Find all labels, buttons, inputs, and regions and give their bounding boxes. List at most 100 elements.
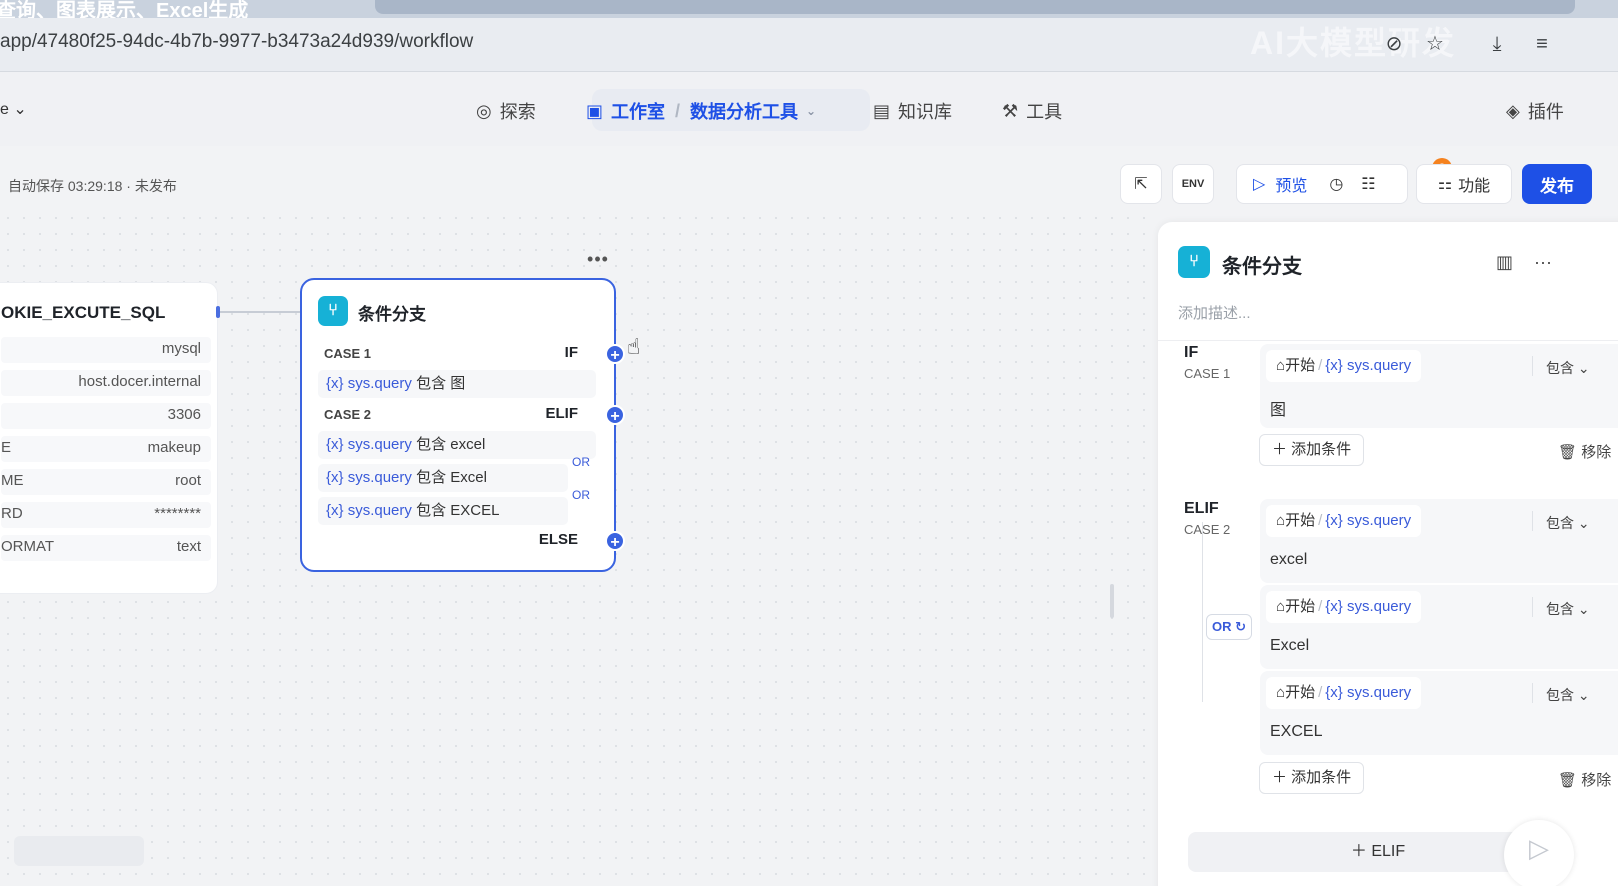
nav-separator: / [675,100,681,121]
address-bar: app/47480f25-94dc-4b7b-9977-b3473a24d939… [0,18,1618,72]
nav-plugins[interactable]: ◈ 插件 [1506,98,1564,124]
sql-node-title: OKIE_EXCUTE_SQL [1,303,166,322]
chevron-down-icon: ⌄ [1577,360,1590,376]
condition-value: Excel [450,469,487,486]
env-button[interactable]: ENV [1172,164,1214,204]
operator-select[interactable]: 包含 ⌄ [1546,599,1590,619]
node-title: 条件分支 [358,305,426,324]
eye-off-icon[interactable]: ⊘ [1382,32,1406,56]
close-panel-button[interactable]: ⇱ [1120,164,1162,204]
app-name[interactable]: 数据分析工具 [690,98,798,124]
chevron-down-icon[interactable]: ⌄ [806,104,816,118]
nav-explore[interactable]: ◎ 探索 [476,98,536,124]
variable-icon: {x} [1325,684,1343,701]
variable-icon: {x} [326,375,344,392]
if-else-node[interactable]: ⑂ 条件分支 CASE 1 IF {x} sys.query 包含 图 CASE… [300,278,625,572]
nav-tools-label: 工具 [1026,102,1063,122]
run-icon[interactable]: ▷ [1504,820,1574,886]
variable-chip[interactable]: ⌂开始 / {x} sys.query [1266,505,1422,537]
cube-icon: ◈ [1506,100,1520,121]
condition-value-input[interactable]: excel [1270,551,1307,569]
publish-button[interactable]: 发布 [1522,164,1592,204]
browser-tab-strip [375,0,1575,14]
features-icon: ⚏ [1437,176,1453,193]
panel-resize-handle[interactable] [1110,584,1114,618]
chevron-down-icon: ⌄ [1577,687,1590,703]
description-input[interactable]: 添加描述... [1178,302,1251,323]
add-condition-button[interactable]: ＋ 添加条件 [1259,762,1365,794]
download-icon[interactable]: ⤓ [1485,32,1509,56]
divider [1532,356,1533,376]
checklist-icon[interactable]: ☷ [1361,174,1375,194]
variable-icon: {x} [1325,357,1343,374]
more-icon[interactable]: ··· [1534,252,1552,273]
condition-op: 包含 [416,469,447,486]
path-separator: / [1318,598,1323,615]
or-toggle-button[interactable]: OR ↻ [1206,614,1252,640]
elif-port-plus-icon[interactable]: + [605,405,625,425]
chevron-down-icon: ⌄ [1577,601,1590,617]
operator-select[interactable]: 包含 ⌄ [1546,513,1590,533]
minimap[interactable] [14,836,144,866]
nav-tools[interactable]: ⚒ 工具 [1002,98,1062,124]
condition-value-input[interactable]: Excel [1270,637,1309,655]
nav-studio-label: 工作室 [611,102,666,122]
variable-chip[interactable]: ⌂开始 / {x} sys.query [1266,677,1422,709]
sql-param-row: ORMAT text [1,535,211,561]
node-config-panel: ⑂ 条件分支 ▥ ··· 添加描述... IF CASE 1 ⌂开始 / {x} s… [1158,222,1618,886]
divider [1532,597,1533,617]
operator-label: 包含 [1546,687,1574,703]
condition-var: sys.query [347,502,412,519]
home-icon: ⌂ [1276,684,1286,701]
condition-row: {x} sys.query 包含 Excel [318,464,568,492]
remove-button[interactable]: 🗑 移除 [1558,441,1611,462]
condition-value-input[interactable]: 图 [1270,396,1286,420]
workspace-switcher[interactable]: e ⌄ [0,99,27,119]
nav-studio[interactable]: ▣ 工作室 / 数据分析工具 ⌄ [586,98,816,124]
source-label: 开始 [1285,512,1316,529]
variable-chip[interactable]: ⌂开始 / {x} sys.query [1266,350,1422,382]
sql-param-row: RD ******** [1,502,211,528]
chevron-down-icon: ⌄ [1577,515,1590,531]
path-separator: / [1318,357,1323,374]
condition-block: ⌂开始 / {x} sys.query 包含 ⌄ EXCEL [1260,671,1618,755]
condition-value: excel [450,436,486,453]
node-more-icon[interactable]: ••• [582,250,614,272]
source-label: 开始 [1285,598,1316,615]
url-text[interactable]: app/47480f25-94dc-4b7b-9977-b3473a24d939… [0,31,473,53]
add-condition-button[interactable]: ＋ 添加条件 [1259,434,1365,466]
remove-label: 移除 [1581,444,1612,461]
browser-tab-bar: 查询、图表展示、Excel生成 [0,0,1618,22]
sql-param-row: ME root [1,469,211,495]
variable-icon: {x} [1325,512,1343,529]
condition-value-input[interactable]: EXCEL [1270,723,1322,741]
operator-select[interactable]: 包含 ⌄ [1546,358,1590,378]
else-port-plus-icon[interactable]: + [605,531,625,551]
variable-chip[interactable]: ⌂开始 / {x} sys.query [1266,591,1422,623]
if-keyword: IF [1184,344,1199,361]
param-key: ORMAT [1,538,55,555]
menu-icon[interactable]: ≡ [1530,32,1554,56]
remove-button[interactable]: 🗑 移除 [1558,769,1611,790]
if-port-plus-icon[interactable]: + [605,344,625,364]
home-icon: ⌂ [1276,512,1286,529]
condition-op: 包含 [416,436,447,453]
play-icon[interactable]: ▷ [1253,174,1265,194]
book-open-icon[interactable]: ▥ [1496,252,1513,273]
compass-icon: ◎ [476,100,492,121]
sql-node[interactable]: OKIE_EXCUTE_SQL mysql host.docer.interna… [0,282,218,594]
history-icon[interactable]: ◷ [1329,174,1343,194]
output-handle[interactable] [216,306,220,318]
star-icon[interactable]: ☆ [1423,32,1447,56]
operator-select[interactable]: 包含 ⌄ [1546,685,1590,705]
sql-param-row: 3306 [1,403,211,429]
preview-button[interactable]: 预览 [1275,172,1307,196]
add-condition-label: 添加条件 [1291,769,1352,786]
condition-var: sys.query [347,375,412,392]
book-icon: ▤ [873,100,891,121]
remove-label: 移除 [1581,772,1612,789]
features-button[interactable]: ⚏ 功能 [1416,164,1512,204]
nav-knowledge[interactable]: ▤ 知识库 [873,98,952,124]
param-value: mysql [161,340,201,357]
param-value: host.docer.internal [78,373,201,390]
